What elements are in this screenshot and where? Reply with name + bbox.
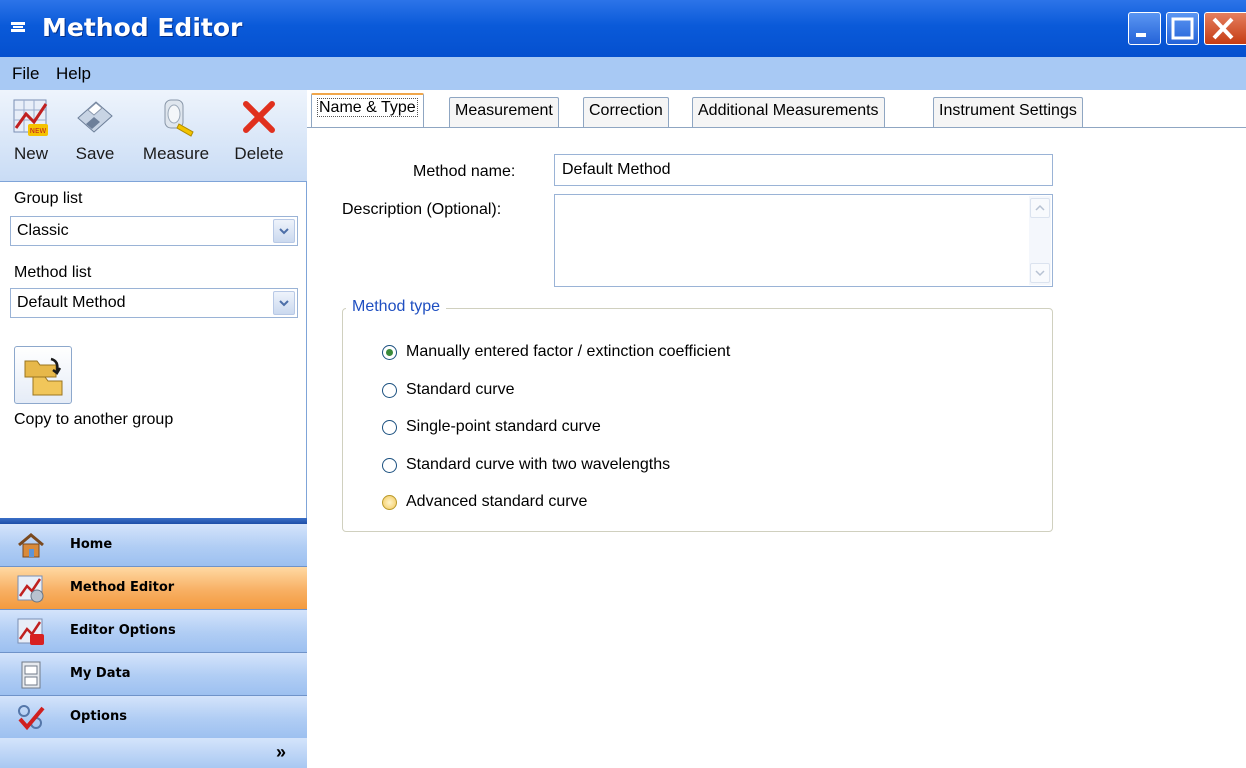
maximize-button[interactable] [1166, 12, 1199, 45]
chevron-up-icon [1035, 204, 1045, 211]
tab-label: Measurement [455, 102, 553, 119]
description-label: Description (Optional): [342, 201, 502, 218]
copy-folder-icon [24, 357, 63, 396]
radio-button[interactable] [382, 458, 397, 473]
method-list-label: Method list [14, 264, 92, 281]
minimize-button[interactable] [1128, 12, 1161, 45]
radio-label: Advanced standard curve [406, 493, 588, 510]
nav-label-my-data: My Data [70, 666, 131, 681]
menu-help[interactable]: Help [56, 64, 91, 84]
measure-label: Measure [142, 144, 210, 163]
radio-label: Standard curve with two wavelengths [406, 456, 671, 473]
group-list-value: Classic [17, 222, 69, 239]
tape-measure-icon [164, 99, 194, 137]
editor-options-icon [17, 618, 44, 645]
tab-instrument-settings[interactable]: Instrument Settings [933, 97, 1083, 128]
svg-text:NEW: NEW [30, 127, 47, 135]
nav-footer: » [0, 738, 307, 768]
nav-label-method-editor: Method Editor [70, 580, 175, 595]
radio-label: Standard curve [406, 381, 515, 398]
method-list-dropdown-button[interactable] [273, 291, 295, 315]
new-button[interactable]: NEW New [8, 96, 54, 164]
method-name-value: Default Method [562, 161, 671, 178]
measure-button[interactable]: Measure [134, 96, 218, 164]
nav-item-options[interactable]: Options [0, 696, 307, 739]
close-icon [1212, 17, 1234, 40]
scroll-down-button[interactable] [1030, 263, 1050, 283]
radio-button[interactable] [382, 420, 397, 435]
save-label: Save [75, 144, 115, 163]
group-list-select[interactable]: Classic [10, 216, 298, 246]
save-button[interactable]: Save [70, 96, 120, 164]
toolbar: NEW New Save Measure Delete [0, 90, 307, 182]
nav-label-editor-options: Editor Options [70, 623, 176, 638]
method-list-value: Default Method [17, 294, 126, 311]
chevron-down-icon [1035, 270, 1045, 277]
tab-correction[interactable]: Correction [583, 97, 669, 128]
nav-label-home: Home [70, 537, 113, 552]
method-name-input[interactable]: Default Method [554, 154, 1053, 186]
method-type-title: Method type [346, 298, 447, 316]
copy-to-group-button[interactable] [14, 346, 72, 404]
cabinet-icon [21, 661, 41, 689]
method-editor-icon [17, 575, 44, 603]
chevron-down-icon [279, 300, 289, 307]
radio-label: Manually entered factor / extinction coe… [406, 343, 731, 360]
menu-file[interactable]: File [12, 64, 39, 84]
group-list-label: Group list [14, 190, 83, 207]
method-list-select[interactable]: Default Method [10, 288, 298, 318]
maximize-icon [1171, 17, 1194, 40]
nav-expand-button[interactable]: » [276, 742, 286, 763]
new-label: New [13, 144, 48, 163]
scroll-up-button[interactable] [1030, 198, 1050, 218]
description-textarea[interactable] [554, 194, 1053, 287]
tab-baseline [307, 127, 1246, 128]
floppy-disk-icon [77, 101, 113, 133]
new-chart-icon: NEW [13, 99, 48, 136]
menu-bar: File Help [0, 57, 1246, 90]
method-name-label: Method name: [413, 163, 516, 180]
description-scrollbar[interactable] [1029, 196, 1051, 285]
tab-label: Instrument Settings [939, 102, 1077, 119]
window-title: Method Editor [42, 13, 243, 42]
nav-label-options: Options [70, 709, 127, 724]
minimize-icon [1136, 33, 1146, 37]
tab-name-type[interactable]: Name & Type [311, 93, 424, 128]
delete-label: Delete [234, 144, 284, 163]
tab-label: Additional Measurements [698, 102, 879, 119]
nav-item-method-editor[interactable]: Method Editor [0, 567, 307, 610]
radio-button[interactable] [382, 383, 397, 398]
tab-label: Name & Type [317, 98, 418, 117]
nav-item-editor-options[interactable]: Editor Options [0, 610, 307, 653]
radio-button[interactable] [382, 345, 397, 360]
delete-button[interactable]: Delete [226, 96, 292, 164]
house-icon [18, 533, 44, 558]
close-button[interactable] [1204, 12, 1246, 45]
title-bar: Method Editor [0, 0, 1246, 57]
checkmark-icon [18, 705, 45, 731]
radio-button[interactable] [382, 495, 397, 510]
group-list-dropdown-button[interactable] [273, 219, 295, 243]
tab-strip: Name & Type Measurement Correction Addit… [307, 90, 1246, 128]
left-pane: Group list Classic Method list Default M… [0, 182, 307, 518]
app-icon [11, 22, 25, 32]
nav-item-my-data[interactable]: My Data [0, 653, 307, 696]
chevron-down-icon [279, 228, 289, 235]
tab-label: Correction [589, 102, 663, 119]
tab-additional-measurements[interactable]: Additional Measurements [692, 97, 885, 128]
radio-label: Single-point standard curve [406, 418, 601, 435]
nav-item-home[interactable]: Home [0, 524, 307, 567]
delete-x-icon [243, 101, 275, 133]
tab-measurement[interactable]: Measurement [449, 97, 559, 128]
copy-to-group-label: Copy to another group [14, 411, 174, 428]
